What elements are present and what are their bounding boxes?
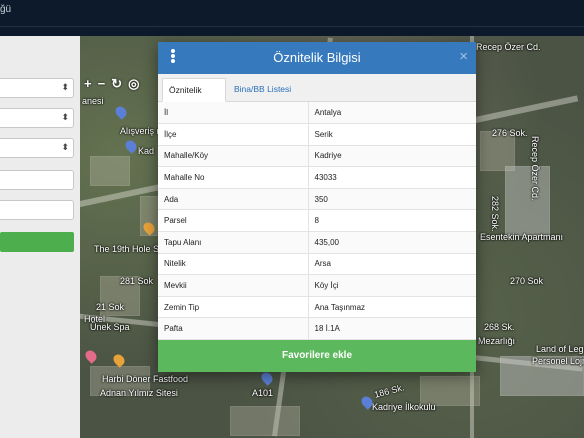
map-label: 276 Sok. bbox=[492, 128, 528, 138]
query-button[interactable] bbox=[0, 232, 74, 252]
attr-key: Parsel bbox=[158, 209, 309, 233]
attr-value: Köy İçi bbox=[308, 274, 476, 297]
attr-key: Mevkii bbox=[158, 274, 309, 297]
map-label: Ünek Spa bbox=[90, 322, 130, 332]
map-label: anesi bbox=[82, 96, 104, 106]
map-label: 186 Sk. bbox=[373, 382, 406, 400]
attr-key: Nitelik bbox=[158, 253, 309, 276]
map-poi-marker[interactable] bbox=[259, 370, 275, 386]
table-row: İlçe Serik bbox=[158, 123, 476, 146]
table-row: Nitelik Arsa bbox=[158, 253, 476, 276]
attr-value: 435,00 bbox=[308, 231, 476, 254]
modal-header: Öznitelik Bilgisi × bbox=[158, 42, 476, 74]
tab-building-list[interactable]: Bina/BB Listesi bbox=[228, 78, 297, 102]
map-label: 21 Sok bbox=[96, 302, 125, 312]
map-poi-marker[interactable] bbox=[83, 348, 99, 364]
map-label: Personel Lojm bbox=[532, 356, 584, 366]
province-select[interactable]: ⬍ bbox=[0, 78, 74, 98]
zoom-out-button[interactable]: − bbox=[98, 76, 106, 92]
select-arrow-icon: ⬍ bbox=[61, 82, 69, 92]
block-input[interactable] bbox=[0, 170, 74, 190]
map-poi-marker[interactable] bbox=[113, 104, 129, 120]
zoom-in-button[interactable]: + bbox=[84, 76, 92, 92]
attr-key: İl bbox=[158, 102, 309, 125]
attr-key: Ada bbox=[158, 188, 309, 211]
attr-value: 8 bbox=[308, 209, 476, 233]
locate-icon[interactable]: ◎ bbox=[128, 76, 139, 92]
attr-value: 350 bbox=[308, 188, 476, 211]
attribute-info-modal: Öznitelik Bilgisi × Öznitelik Bilgisi Bi… bbox=[158, 42, 476, 372]
map-label: Adnan Yılmız Sitesi bbox=[100, 388, 178, 398]
table-row: Zemin Tip Ana Taşınmaz bbox=[158, 296, 476, 319]
attribute-table: İl Antalya İlçe Serik Mahalle/Köy Kadriye M… bbox=[158, 102, 476, 341]
table-row: Pafta 18 İ.1A bbox=[158, 317, 476, 341]
add-to-favorites-button[interactable]: Favorilere ekle bbox=[158, 340, 476, 372]
close-icon[interactable]: × bbox=[459, 48, 468, 66]
table-row: Mevkii Köy İçi bbox=[158, 274, 476, 297]
select-arrow-icon: ⬍ bbox=[61, 142, 69, 152]
attr-key: Mahalle No bbox=[158, 166, 309, 189]
select-arrow-icon: ⬍ bbox=[61, 112, 69, 122]
map-label: Esentekin Apartmanı bbox=[480, 232, 564, 242]
attr-value: Antalya bbox=[308, 102, 476, 125]
table-row: Ada 350 bbox=[158, 188, 476, 211]
district-select[interactable]: ⬍ bbox=[0, 108, 74, 128]
map-label: Harbi Döner Fastfood bbox=[102, 374, 189, 384]
attr-key: Zemin Tip bbox=[158, 296, 309, 319]
map-label: Kad bbox=[138, 146, 155, 156]
tab-attribute-info[interactable]: Öznitelik Bilgisi bbox=[162, 78, 226, 117]
map-label: Recep Özer Cd. bbox=[530, 136, 540, 201]
attr-key: Tapu Alanı bbox=[158, 231, 309, 254]
map-label: 281 Sok bbox=[120, 276, 154, 286]
parcel-input[interactable] bbox=[0, 200, 74, 220]
attr-key: Mahalle/Köy bbox=[158, 145, 309, 168]
attr-value: Ana Taşınmaz bbox=[308, 296, 476, 319]
map-poi-marker[interactable] bbox=[123, 138, 139, 154]
attr-key: Pafta bbox=[158, 317, 309, 341]
refresh-icon[interactable]: ↻ bbox=[111, 76, 122, 92]
map-label: 270 Sok bbox=[510, 276, 544, 286]
map-label: 268 Sk. bbox=[484, 322, 515, 332]
table-row: Mahalle/Köy Kadriye bbox=[158, 145, 476, 168]
modal-tabs: Öznitelik Bilgisi Bina/BB Listesi bbox=[158, 74, 476, 117]
map-label: Mezarlığı bbox=[478, 336, 516, 346]
modal-title: Öznitelik Bilgisi bbox=[273, 50, 361, 65]
table-row: İl Antalya bbox=[158, 102, 476, 125]
map-label: Kadriye İlkokulu bbox=[372, 402, 436, 412]
map-label: Land of Leg bbox=[536, 344, 584, 354]
table-row: Mahalle No 43033 bbox=[158, 166, 476, 189]
top-navbar: ğü bbox=[0, 0, 584, 36]
map-toolbar: + − ↻ ◎ bbox=[84, 76, 139, 92]
map-label: A101 bbox=[252, 388, 274, 398]
attr-value: Serik bbox=[308, 123, 476, 146]
table-row: Parsel 8 bbox=[158, 209, 476, 233]
neighborhood-select[interactable]: ⬍ bbox=[0, 138, 74, 158]
map-label: The 19th Hole Sp bbox=[94, 244, 165, 254]
attr-value: 43033 bbox=[308, 166, 476, 189]
attr-value: Kadriye bbox=[308, 145, 476, 168]
attr-value: 18 İ.1A bbox=[308, 317, 476, 341]
topbar-divider bbox=[0, 26, 584, 27]
attr-value: Arsa bbox=[308, 253, 476, 276]
attr-key: İlçe bbox=[158, 123, 309, 146]
map-label: Recep Özer Cd. bbox=[476, 42, 541, 52]
left-query-panel: ⬍ ⬍ ⬍ bbox=[0, 36, 80, 438]
app-brand[interactable]: ğü bbox=[0, 4, 11, 15]
table-row: Tapu Alanı 435,00 bbox=[158, 231, 476, 254]
map-label: 282 Sok. bbox=[490, 196, 500, 232]
